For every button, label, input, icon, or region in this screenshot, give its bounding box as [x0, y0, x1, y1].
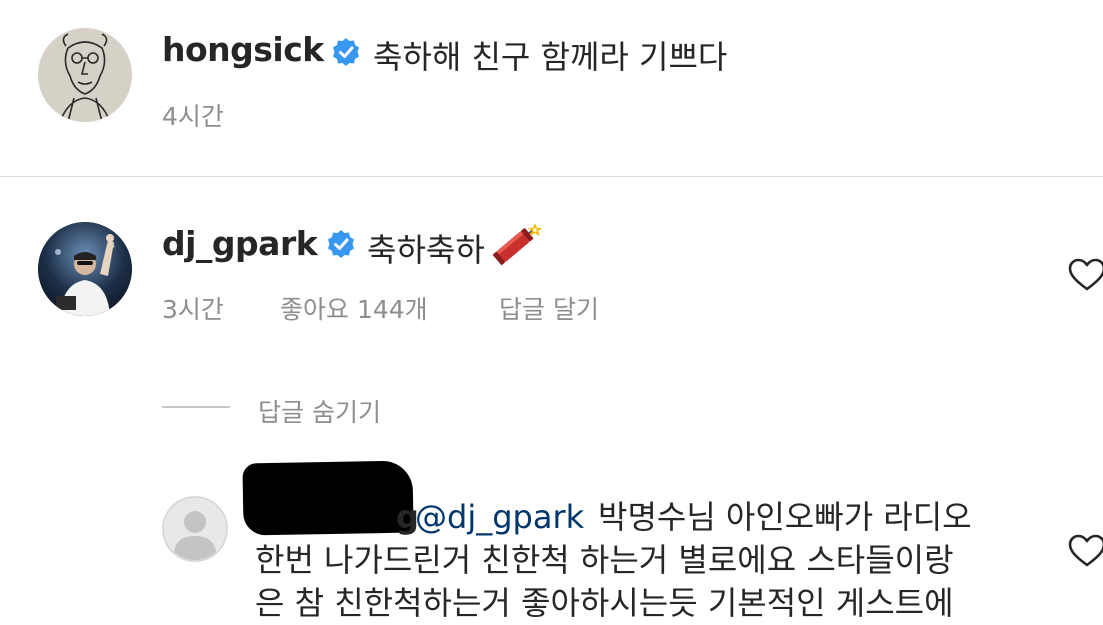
like-heart-icon[interactable] — [1068, 534, 1103, 568]
default-user-icon — [162, 496, 228, 562]
verified-badge-icon — [328, 230, 354, 258]
likes-count[interactable]: 좋아요 144개 — [280, 290, 428, 326]
comment-time: 3시간 — [162, 295, 224, 324]
comment-time: 4시간 — [162, 102, 224, 131]
comment-text: 축하해 친구 함께라 기쁘다 — [373, 38, 728, 76]
firecracker-icon — [492, 223, 542, 266]
reply-text: xxxxxg @dj_gpark 박명수님 아인오빠가 라디오 한번 나가드린거… — [255, 496, 972, 625]
avatar-dj-gpark[interactable] — [38, 222, 132, 316]
avatar-default[interactable] — [162, 496, 228, 562]
comment-username[interactable]: dj_gpark — [162, 224, 318, 263]
verified-badge-icon — [333, 38, 359, 66]
reply-button[interactable]: 답글 달기 — [499, 290, 599, 326]
avatar-hongsick[interactable] — [38, 28, 132, 122]
reply-line-3: 은 참 친한척하는거 좋아하시는듯 기본적인 게스트에 — [255, 584, 954, 622]
comment-divider — [0, 176, 1103, 177]
reply-line-2: 한번 나가드린거 친한척 하는거 별로에요 스타들이랑 — [255, 541, 954, 579]
mention-link[interactable]: @dj_gpark — [415, 496, 584, 539]
comment-text-body: 축하축하 — [367, 231, 485, 269]
comment-username[interactable]: hongsick — [162, 30, 324, 69]
hide-replies-button[interactable]: 답글 숨기기 — [258, 393, 381, 429]
sketch-face-icon — [38, 28, 132, 122]
reply-line-1: 박명수님 아인오빠가 라디오 — [598, 498, 972, 536]
dj-photo-icon — [38, 222, 132, 316]
comment-text: 축하축하 — [367, 225, 485, 271]
replies-divider-line — [162, 406, 230, 408]
like-heart-icon[interactable] — [1068, 258, 1103, 292]
